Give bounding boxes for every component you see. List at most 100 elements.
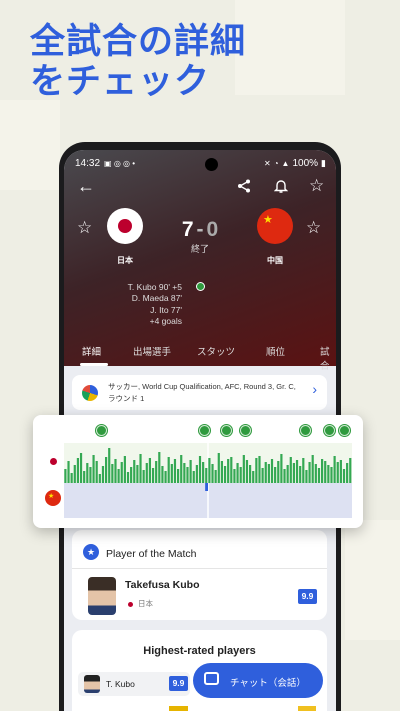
momentum-bar-home — [336, 462, 339, 483]
momentum-bar-home — [230, 457, 233, 483]
potm-country-text: 日本 — [138, 599, 153, 608]
momentum-bar-home — [133, 460, 136, 483]
soccer-ball-icon — [196, 282, 205, 291]
momentum-bar-home — [305, 470, 308, 483]
highest-rated-title: Highest-rated players — [143, 645, 256, 657]
goal-icon — [339, 425, 350, 436]
back-arrow-icon[interactable]: ← — [77, 177, 95, 195]
momentum-bar-home — [267, 464, 270, 483]
avatar — [84, 675, 100, 693]
camera-cutout — [205, 158, 218, 171]
momentum-bar-home — [120, 462, 123, 483]
potm-player-country: 日本 — [128, 598, 153, 609]
momentum-bar-home — [208, 458, 211, 483]
tab-lineups[interactable]: 出場選手 — [133, 340, 171, 358]
momentum-bar-home — [249, 465, 252, 483]
momentum-bar-home — [239, 467, 242, 483]
promo-headline: 全試合の詳細 をチェック — [30, 22, 246, 102]
momentum-bar-home — [98, 474, 101, 483]
headline-line-2: をチェック — [30, 62, 211, 102]
momentum-bar-home — [214, 470, 217, 483]
momentum-bar-home — [86, 463, 89, 483]
japan-dot-icon — [128, 601, 133, 607]
momentum-bar-home — [126, 472, 130, 483]
momentum-bar-home — [148, 458, 152, 483]
momentum-bar-home — [205, 468, 208, 483]
headline-line-1: 全試合の詳細 — [30, 22, 247, 62]
momentum-bar-home — [70, 473, 73, 483]
momentum-bar-home — [227, 459, 230, 483]
momentum-bar-home — [283, 469, 286, 483]
momentum-bar-home — [274, 467, 277, 483]
goal-scorers[interactable]: T. Kubo 90' +5 D. Maeda 87' J. Ito 77' +… — [94, 282, 182, 327]
momentum-bar-home — [79, 453, 83, 483]
momentum-bar-home — [177, 469, 180, 483]
momentum-bar-home — [158, 452, 161, 483]
tab-stats[interactable]: スタッツ — [197, 340, 235, 358]
momentum-bar-home — [286, 465, 289, 483]
tab-matches[interactable]: 試合 — [320, 340, 336, 372]
chat-label: チャット（会話） — [230, 678, 306, 689]
momentum-bar-home — [64, 469, 67, 483]
scorer-line: T. Kubo 90' +5 — [127, 282, 182, 292]
momentum-bar-home — [302, 458, 305, 483]
momentum-bar-home — [245, 460, 249, 483]
momentum-bar-home — [145, 463, 148, 483]
momentum-bar-home — [339, 460, 342, 483]
momentum-bar-home — [261, 468, 264, 483]
momentum-bar-home — [346, 463, 349, 483]
goal-icon — [324, 425, 335, 436]
goal-icon — [199, 425, 210, 436]
momentum-bar-home — [292, 463, 296, 483]
momentum-bar-home — [92, 455, 95, 483]
china-flag-icon: ★ — [45, 490, 61, 506]
momentum-bar-home — [142, 470, 145, 483]
momentum-bar-home — [311, 455, 314, 483]
momentum-bar-home — [114, 459, 117, 483]
notification-icon: ▣ ◎ ◎ • — [104, 158, 136, 168]
home-team-name[interactable]: 日本 — [100, 255, 150, 266]
momentum-bar-home — [349, 458, 352, 483]
score-separator: - — [196, 218, 204, 241]
player-rating-badge: 9.9 — [169, 676, 188, 691]
away-team-flag[interactable]: ★ — [257, 208, 293, 244]
tab-standings[interactable]: 順位 — [266, 340, 285, 358]
momentum-bar-home — [198, 456, 202, 483]
home-team-flag[interactable] — [107, 208, 143, 244]
bg-block — [345, 520, 400, 640]
momentum-bar-home — [95, 461, 98, 483]
status-bar: 14:32 ▣ ◎ ◎ • ✕ ◔ ▲ 100% ▮ — [75, 156, 326, 171]
momentum-bar-home — [202, 462, 205, 483]
momentum-bar-home — [270, 459, 274, 483]
momentum-bar-home — [342, 469, 346, 483]
momentum-bar-home — [252, 471, 255, 483]
goal-icon — [221, 425, 232, 436]
bell-icon[interactable] — [273, 178, 289, 198]
share-icon[interactable] — [237, 179, 251, 197]
potm-rating-badge: 9.9 — [298, 589, 317, 604]
active-tab-indicator — [80, 363, 108, 366]
potm-player-name[interactable]: Takefusa Kubo — [125, 579, 199, 591]
momentum-bar-home — [111, 464, 114, 483]
bg-block — [0, 100, 60, 190]
momentum-bar-home — [280, 454, 283, 483]
home-score: 7 — [181, 218, 194, 241]
home-team-star-icon[interactable]: ☆ — [77, 219, 92, 236]
momentum-bar-home — [308, 462, 311, 483]
avatar — [88, 577, 116, 615]
chat-button[interactable]: チャット（会話） — [193, 663, 323, 698]
momentum-bar-home — [161, 466, 164, 483]
momentum-bar-home — [330, 467, 333, 483]
tab-details[interactable]: 詳細 — [82, 340, 101, 358]
player-name: T. Kubo — [106, 679, 135, 689]
momentum-bar-home — [83, 471, 86, 483]
momentum-bar-home — [321, 459, 324, 483]
away-team-name[interactable]: 中国 — [250, 255, 300, 266]
momentum-bar-home — [277, 461, 280, 483]
momentum-bar-away — [205, 483, 208, 491]
momentum-bar-home — [170, 464, 173, 483]
momentum-bar-home — [180, 455, 183, 483]
favorite-star-icon[interactable]: ☆ — [309, 177, 324, 194]
away-team-star-icon[interactable]: ☆ — [306, 219, 321, 236]
competition-card[interactable]: サッカー, World Cup Qualification, AFC, Roun… — [72, 375, 327, 410]
